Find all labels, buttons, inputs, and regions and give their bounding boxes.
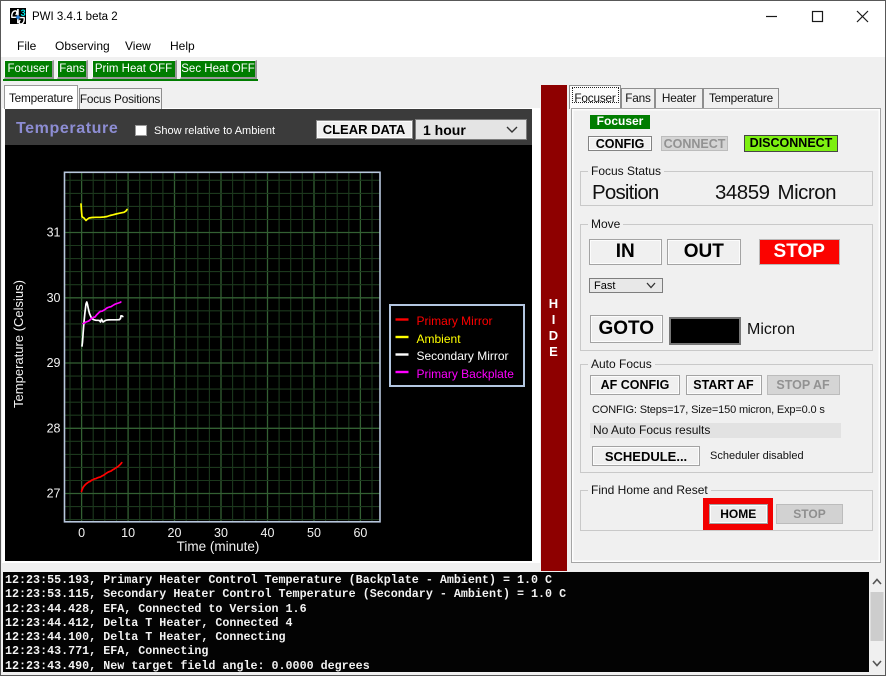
svg-text:60: 60 [353,526,367,540]
svg-text:20: 20 [168,526,182,540]
svg-text:27: 27 [47,487,61,501]
svg-text:30: 30 [214,526,228,540]
svg-text:28: 28 [47,421,61,435]
svg-text:3: 3 [21,8,26,18]
svg-text:0: 0 [78,526,85,540]
svg-text:10: 10 [121,526,135,540]
svg-text:Time (minute): Time (minute) [177,539,260,554]
svg-text:31: 31 [47,226,61,240]
svg-text:50: 50 [307,526,321,540]
svg-text:Temperature (Celsius): Temperature (Celsius) [11,280,26,408]
svg-text:30: 30 [47,291,61,305]
svg-text:40: 40 [261,526,275,540]
svg-text:29: 29 [47,356,61,370]
